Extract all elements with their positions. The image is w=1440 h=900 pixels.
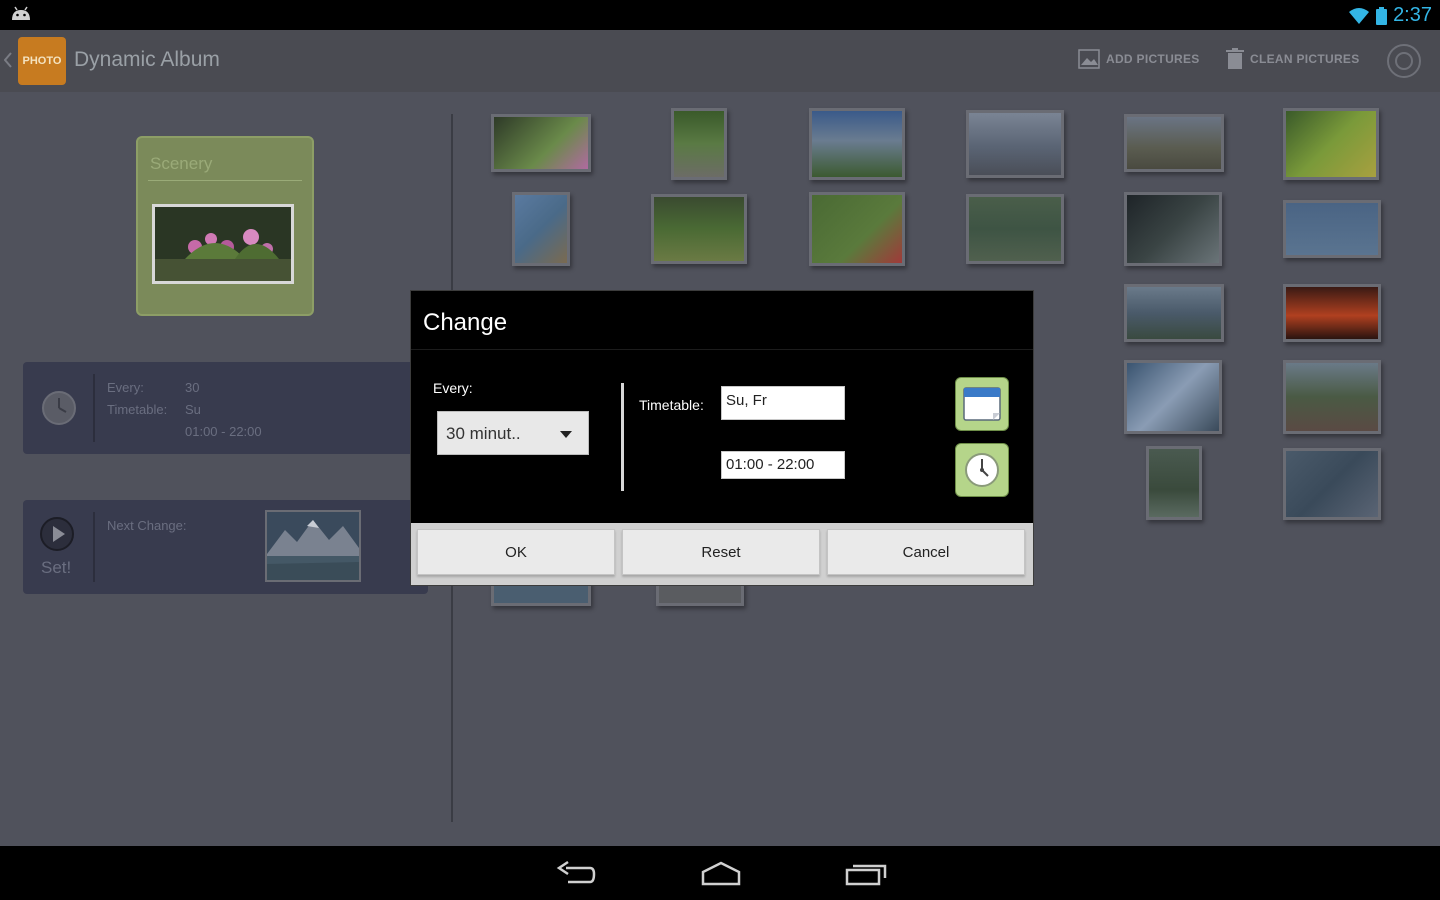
- status-bar: 2:37: [0, 0, 1440, 30]
- next-change-panel: Set! Next Change:: [23, 500, 428, 594]
- dropdown-arrow-icon: [560, 431, 572, 438]
- clean-pictures-label: CLEAN PICTURES: [1250, 52, 1360, 66]
- overflow-settings-icon[interactable]: [1386, 43, 1422, 79]
- ok-button[interactable]: OK: [417, 529, 615, 575]
- timetable-value: Su: [185, 402, 201, 417]
- action-bar: PHOTO Dynamic Album ADD PICTURES CLEAN P…: [0, 30, 1440, 92]
- add-picture-icon: [1078, 49, 1100, 69]
- time-picker-button[interactable]: [955, 443, 1009, 497]
- battery-icon: [1376, 6, 1388, 25]
- back-icon[interactable]: [556, 860, 596, 888]
- photo-thumbnail[interactable]: [1124, 114, 1224, 172]
- every-interval-value: 30 minut..: [446, 424, 521, 443]
- dialog-button-bar: OK Reset Cancel: [411, 523, 1033, 585]
- play-icon[interactable]: [39, 516, 75, 552]
- photo-thumbnail[interactable]: [1283, 448, 1381, 520]
- photo-thumbnail[interactable]: [1124, 360, 1222, 434]
- photo-thumbnail[interactable]: [651, 194, 747, 264]
- clock-icon: [965, 453, 999, 487]
- app-title: Dynamic Album: [74, 48, 220, 71]
- dialog-title: Change: [423, 309, 508, 336]
- time-range-value: 01:00 - 22:00: [185, 424, 262, 439]
- photo-thumbnail[interactable]: [1283, 200, 1381, 258]
- album-cover-image: [152, 204, 294, 284]
- android-notification-icon: [12, 6, 30, 20]
- photo-thumbnail[interactable]: [1124, 284, 1224, 342]
- change-dialog: Change Every: 30 minut.. Timetable: Su, …: [410, 290, 1034, 586]
- navigation-bar: [0, 846, 1440, 900]
- photo-thumbnail[interactable]: [512, 192, 570, 266]
- album-card-scenery[interactable]: Scenery: [136, 136, 314, 316]
- photo-thumbnail[interactable]: [671, 108, 727, 180]
- photo-thumbnail[interactable]: [1283, 360, 1381, 434]
- album-name: Scenery: [150, 154, 213, 173]
- up-caret-icon[interactable]: [4, 52, 12, 68]
- every-value: 30: [185, 380, 200, 395]
- clean-pictures-button[interactable]: CLEAN PICTURES: [1226, 48, 1360, 70]
- add-pictures-label: ADD PICTURES: [1106, 52, 1200, 66]
- timetable-label: Timetable:: [107, 402, 168, 417]
- photo-thumbnail[interactable]: [966, 110, 1064, 178]
- every-interval-dropdown[interactable]: 30 minut..: [437, 411, 589, 455]
- photo-thumbnail[interactable]: [809, 108, 905, 180]
- app-logo[interactable]: PHOTO: [18, 37, 66, 85]
- dialog-every-label: Every:: [433, 380, 473, 396]
- next-change-image: [265, 510, 361, 582]
- photo-thumbnail[interactable]: [809, 192, 905, 266]
- app-logo-text: PHOTO: [22, 55, 62, 67]
- set-button-label[interactable]: Set!: [41, 558, 71, 578]
- add-pictures-button[interactable]: ADD PICTURES: [1078, 48, 1200, 70]
- dialog-timetable-label: Timetable:: [639, 397, 704, 413]
- wifi-icon: [1349, 7, 1370, 24]
- photo-thumbnail[interactable]: [1283, 284, 1381, 342]
- photo-thumbnail[interactable]: [1146, 446, 1202, 520]
- photo-thumbnail[interactable]: [491, 114, 591, 172]
- schedule-panel[interactable]: Every: 30 Timetable: Su 01:00 - 22:00: [23, 362, 428, 454]
- clock-text: 2:37: [1393, 4, 1432, 26]
- next-change-label: Next Change:: [107, 518, 187, 533]
- home-icon[interactable]: [700, 860, 742, 888]
- cancel-button[interactable]: Cancel: [827, 529, 1025, 575]
- recent-apps-icon[interactable]: [845, 860, 887, 888]
- clock-icon: [42, 391, 76, 425]
- reset-button[interactable]: Reset: [622, 529, 820, 575]
- every-label: Every:: [107, 380, 144, 395]
- days-field[interactable]: Su, Fr: [721, 386, 845, 420]
- trash-icon: [1226, 48, 1244, 69]
- photo-thumbnail[interactable]: [1283, 108, 1379, 180]
- calendar-picker-button[interactable]: [955, 377, 1009, 431]
- photo-thumbnail[interactable]: [1124, 192, 1222, 266]
- time-range-field[interactable]: 01:00 - 22:00: [721, 451, 845, 479]
- photo-thumbnail[interactable]: [966, 194, 1064, 264]
- calendar-icon: [963, 387, 1001, 421]
